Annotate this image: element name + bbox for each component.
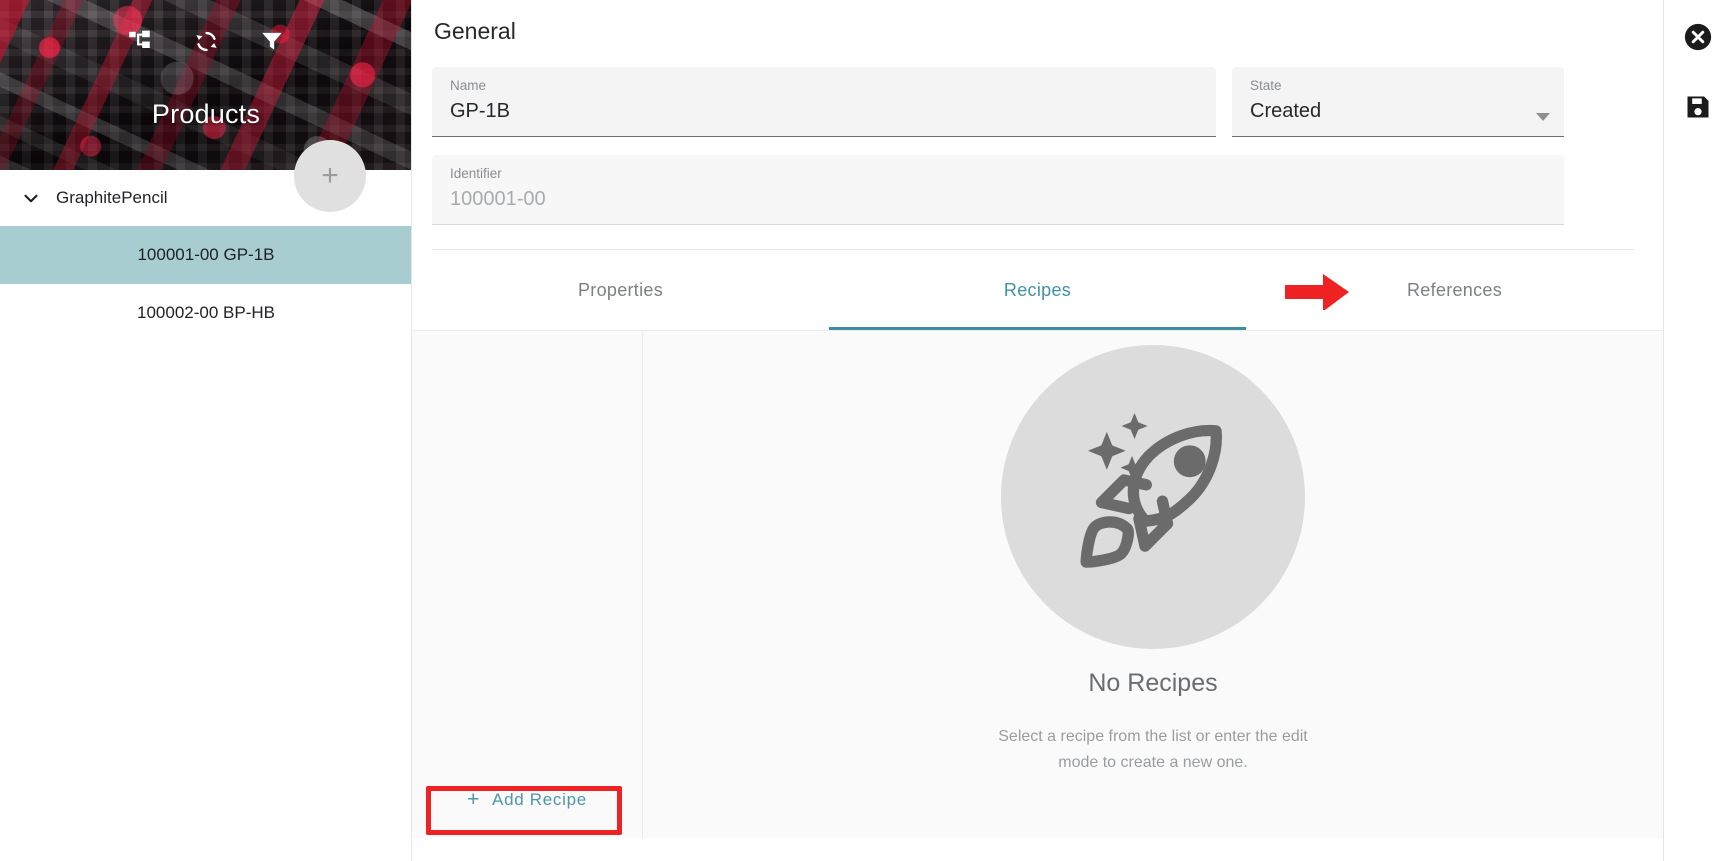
tab-references[interactable]: References xyxy=(1246,250,1663,330)
name-field-underline xyxy=(432,136,1216,137)
empty-state-description: Select a recipe from the list or enter t… xyxy=(998,728,1308,771)
identifier-field-underline xyxy=(432,224,1564,225)
identifier-field-label: Identifier xyxy=(450,166,502,181)
plus-icon: + xyxy=(467,788,481,811)
state-select-value: Created xyxy=(1250,100,1322,123)
tab-label: Properties xyxy=(577,279,664,300)
tree-item-label: 100002-00 BP-HB xyxy=(137,303,275,322)
tab-label: References xyxy=(1406,279,1503,300)
name-field[interactable]: Name xyxy=(432,67,1216,137)
general-fields-row: Name State Created xyxy=(432,67,1635,137)
identifier-field: Identifier 100001-00 xyxy=(432,155,1564,225)
recipe-list-column: + Add Recipe xyxy=(412,331,643,838)
sidebar-title: Products xyxy=(151,99,261,129)
chevron-down-icon[interactable] xyxy=(1536,113,1550,121)
close-icon xyxy=(1684,23,1711,51)
tree-item-100002-00-bp-hb[interactable]: 100002-00 BP-HB xyxy=(0,284,411,342)
plus-icon: + xyxy=(321,159,339,192)
state-field-underline xyxy=(1232,136,1564,137)
recipes-empty-state: No Recipes Select a recipe from the list… xyxy=(643,331,1663,838)
tab-properties[interactable]: Properties xyxy=(412,250,829,330)
hierarchy-icon[interactable] xyxy=(125,26,155,56)
detail-tabs: Properties Recipes References xyxy=(412,250,1663,330)
sync-icon[interactable] xyxy=(191,26,221,56)
add-product-fab[interactable]: + xyxy=(294,140,366,212)
state-field-label: State xyxy=(1250,78,1282,93)
add-recipe-label: Add Recipe xyxy=(492,789,587,809)
name-field-label: Name xyxy=(450,78,487,93)
general-section: General Name State Created Identifier 10… xyxy=(412,0,1663,250)
tree-item-label: 100001-00 GP-1B xyxy=(137,245,275,264)
empty-state-title: No Recipes xyxy=(1088,669,1218,697)
filter-icon[interactable] xyxy=(257,26,287,56)
state-field[interactable]: State Created xyxy=(1232,67,1564,137)
identifier-value: 100001-00 xyxy=(450,188,546,211)
save-button[interactable] xyxy=(1681,90,1715,124)
tab-recipes[interactable]: Recipes xyxy=(829,250,1349,330)
sidebar-header: Products xyxy=(0,0,411,170)
tab-label: Recipes xyxy=(1003,279,1072,300)
app-window: Products + GraphitePencil 100001-00 GP-1… xyxy=(0,0,1731,861)
recipes-panel: + Add Recipe No Recipes Select a recipe … xyxy=(412,330,1663,838)
name-input[interactable] xyxy=(450,99,1198,125)
main-content: General Name State Created Identifier 10… xyxy=(412,0,1663,861)
action-rail xyxy=(1663,0,1731,861)
sidebar-header-toolbar xyxy=(0,26,411,56)
rocket-icon xyxy=(1080,413,1222,568)
save-icon xyxy=(1687,96,1708,118)
close-button[interactable] xyxy=(1681,20,1715,54)
chevron-down-icon xyxy=(18,185,44,211)
products-sidebar: Products + GraphitePencil 100001-00 GP-1… xyxy=(0,0,412,861)
empty-state-illustration-background xyxy=(1001,345,1305,649)
page-title: General xyxy=(434,18,516,44)
add-recipe-button[interactable]: + Add Recipe xyxy=(451,779,603,820)
tree-group-label: GraphitePencil xyxy=(56,188,168,207)
tree-item-100001-00-gp-1b[interactable]: 100001-00 GP-1B xyxy=(0,226,411,284)
